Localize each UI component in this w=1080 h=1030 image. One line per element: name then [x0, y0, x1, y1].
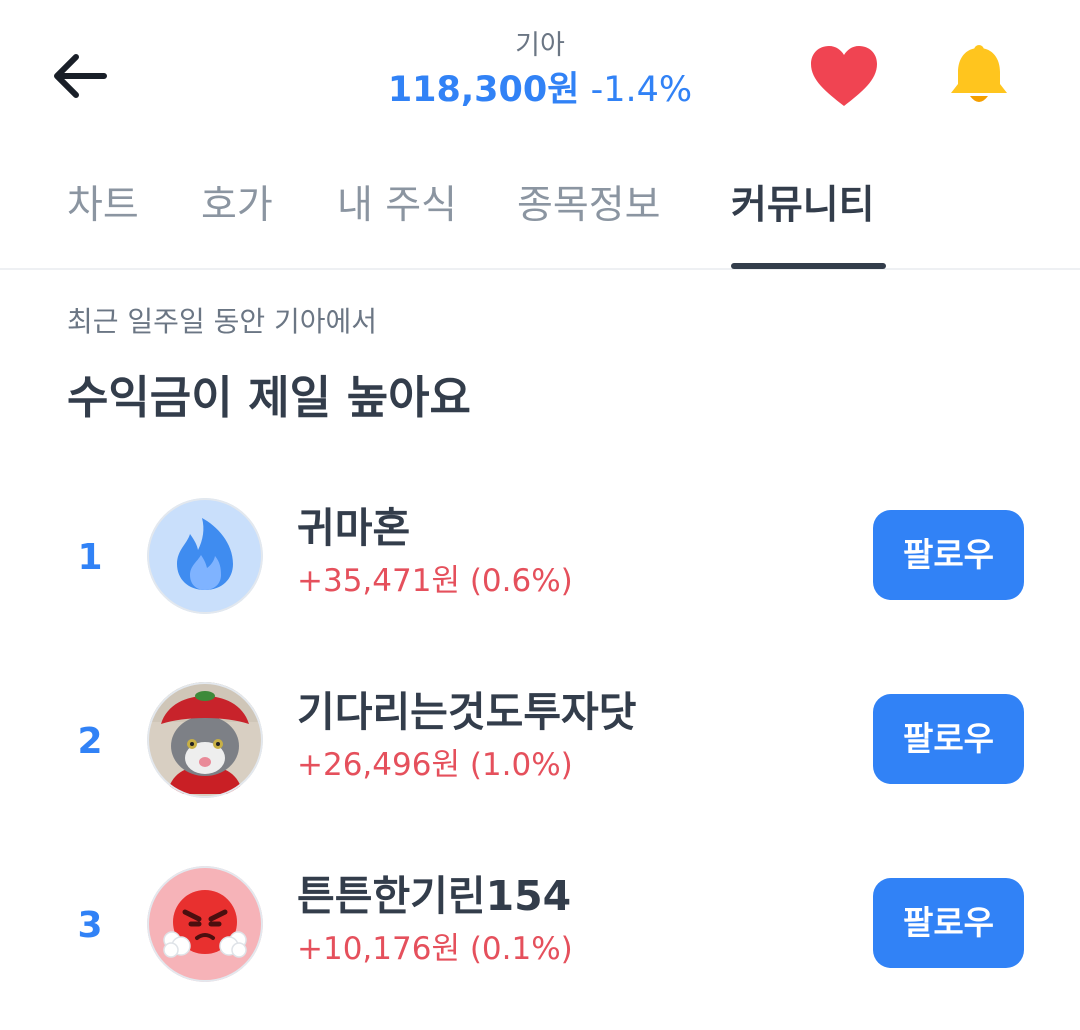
follow-button[interactable]: 팔로우: [873, 878, 1024, 968]
section-title: 수익금이 제일 높아요: [67, 371, 471, 424]
bell-icon: [951, 45, 1007, 102]
ranking-row: 3 튼튼한기린154 +10,176원 (0.1%) 팔로우: [0, 862, 1080, 992]
tab-orderbook[interactable]: 호가: [201, 180, 273, 232]
tab-community[interactable]: 커뮤니티: [731, 180, 875, 232]
cat-photo-avatar: [147, 682, 263, 798]
section-subtitle: 최근 일주일 동안 기아에서: [67, 305, 378, 338]
favorite-button[interactable]: [808, 44, 880, 110]
price-change: -1.4%: [590, 70, 693, 110]
angry-face-avatar: [147, 866, 263, 982]
user-profit: +26,496원 (1.0%): [297, 747, 573, 783]
stock-name: 기아: [515, 30, 565, 61]
follow-button[interactable]: 팔로우: [873, 694, 1024, 784]
stock-price: 118,300원: [387, 70, 580, 110]
tab-stock-info[interactable]: 종목정보: [517, 180, 661, 232]
user-profit: +10,176원 (0.1%): [297, 931, 573, 967]
app-header: 기아 118,300원 -1.4%: [0, 0, 1080, 150]
rank-number: 2: [77, 721, 103, 762]
blue-flame-avatar: [147, 498, 263, 614]
tab-my-stock[interactable]: 내 주식: [337, 180, 457, 232]
user-profit: +35,471원 (0.6%): [297, 563, 573, 599]
user-nickname[interactable]: 튼튼한기린154: [297, 868, 571, 924]
tab-chart[interactable]: 차트: [67, 180, 139, 232]
active-tab-indicator: [731, 263, 886, 269]
avatar[interactable]: [147, 498, 263, 614]
follow-button[interactable]: 팔로우: [873, 510, 1024, 600]
notification-button[interactable]: [944, 42, 1014, 110]
stock-summary: 기아 118,300원 -1.4%: [340, 30, 740, 112]
avatar[interactable]: [147, 866, 263, 982]
tab-bar: 차트 호가 내 주식 종목정보 커뮤니티: [0, 150, 1080, 270]
price-line: 118,300원 -1.4%: [340, 68, 740, 112]
user-nickname[interactable]: 귀마혼: [297, 500, 410, 556]
heart-icon: [811, 46, 877, 106]
avatar[interactable]: [147, 682, 263, 798]
rank-number: 3: [77, 905, 103, 946]
rank-number: 1: [77, 537, 103, 578]
ranking-row: 2 기다리는것도투자닷 +26,496원 (1.0%) 팔로우: [0, 678, 1080, 808]
ranking-row: 1 귀마혼 +35,471원 (0.6%) 팔로우: [0, 494, 1080, 624]
back-button[interactable]: [48, 44, 112, 108]
arrow-left-icon: [54, 54, 107, 98]
user-nickname[interactable]: 기다리는것도투자닷: [297, 684, 636, 740]
